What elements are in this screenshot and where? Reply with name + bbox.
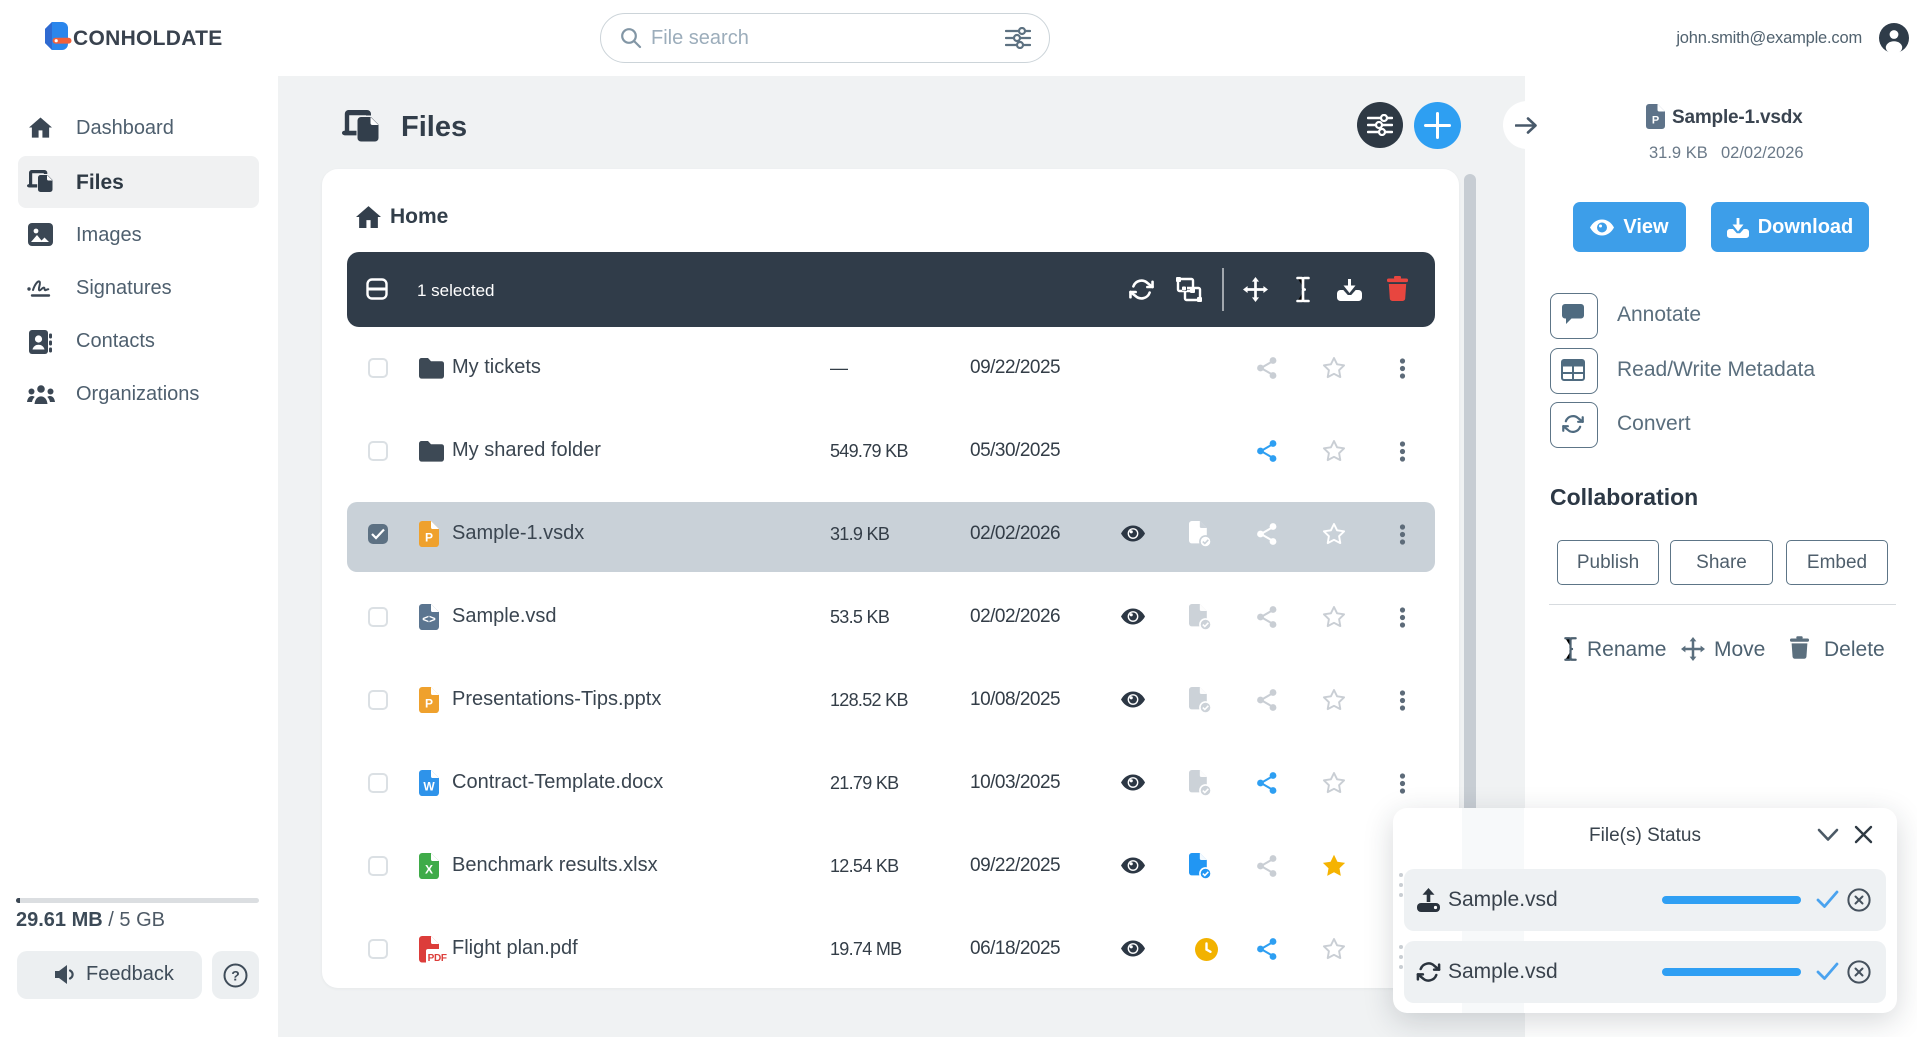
svg-text:P: P <box>1652 115 1659 127</box>
svg-text:?: ? <box>231 968 240 984</box>
svg-text:X: X <box>425 863 433 877</box>
svg-text:PDF: PDF <box>428 953 447 963</box>
svg-text:<>: <> <box>422 614 436 626</box>
svg-text:P: P <box>425 531 433 545</box>
svg-text:W: W <box>423 780 435 794</box>
svg-text:P: P <box>425 697 433 711</box>
